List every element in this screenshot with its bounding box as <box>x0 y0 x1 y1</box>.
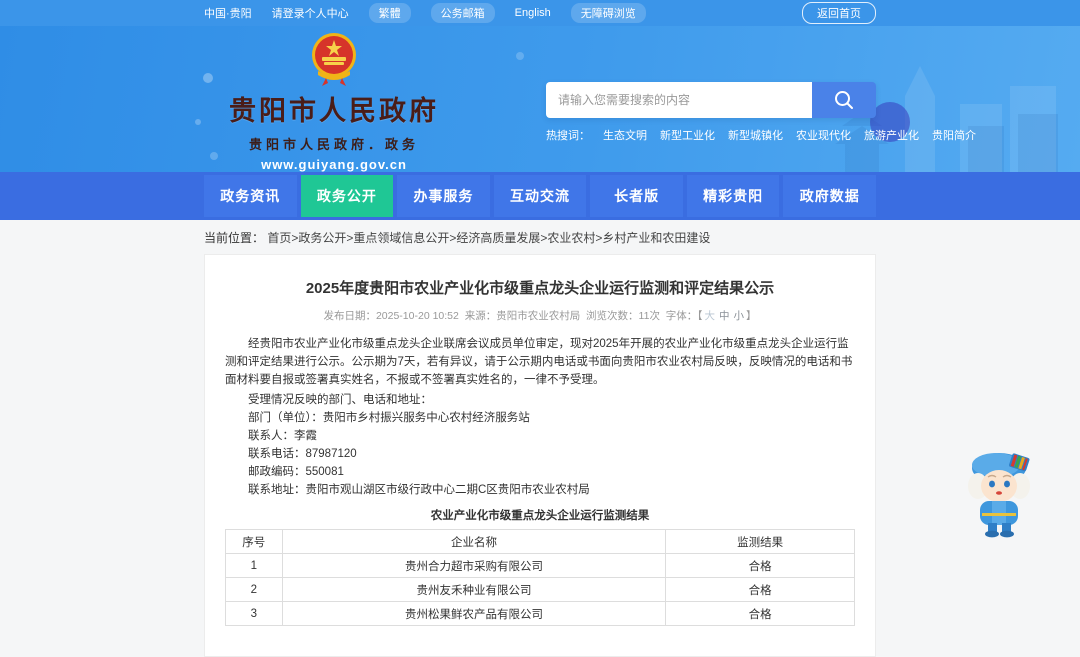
article-paragraph: 联系地址：贵阳市观山湖区市级行政中心二期C区贵阳市农业农村局 <box>248 484 590 496</box>
search-button[interactable] <box>812 82 876 118</box>
views-count: 11次 <box>638 310 660 322</box>
breadcrumb: 当前位置： 首页>政务公开>重点领域信息公开>经济高质量发展>农业农村>乡村产业… <box>204 220 876 254</box>
article-paragraph: 经贵阳市农业产业化市级重点龙头企业联席会议成员单位审定，现对2025年开展的农业… <box>225 338 853 386</box>
source: 贵阳市农业农村局 <box>496 310 581 322</box>
table-cell: 合格 <box>665 553 855 578</box>
table-cell: 贵州合力超市采购有限公司 <box>281 553 667 578</box>
hot-search-word[interactable]: 生态文明 <box>603 127 647 143</box>
hot-search-word[interactable]: 农业现代化 <box>796 127 851 143</box>
nav-tab[interactable]: 精彩贵阳 <box>686 175 780 217</box>
article-body: 经贵阳市农业产业化市级重点龙头企业联席会议成员单位审定，现对2025年开展的农业… <box>225 335 855 499</box>
publish-date: 2025-10-20 10:52 <box>375 310 459 322</box>
article-paragraph: 邮政编码：550081 <box>248 466 344 478</box>
publish-date-label: 发布日期： <box>323 310 376 322</box>
table-header-row: 序号 企业名称 监测结果 <box>225 529 855 554</box>
article-meta: 发布日期：2025-10-20 10:52 来源：贵阳市农业农村局 浏览次数：1… <box>225 308 855 323</box>
nav-tab[interactable]: 办事服务 <box>397 175 490 217</box>
monitoring-results-table: 序号 企业名称 监测结果 1 贵州合力超市采购有限公司 合格 2 贵州友禾种业有限公司 合格 3… <box>225 529 855 626</box>
article-paragraph: 受理情况反映的部门、电话和地址： <box>248 394 432 406</box>
search-icon <box>835 91 853 109</box>
breadcrumb-path[interactable]: 首页>政务公开>重点领域信息公开>经济高质量发展>农业农村>乡村产业和农田建设 <box>267 231 710 245</box>
hot-search-word[interactable]: 新型工业化 <box>660 127 715 143</box>
article-paragraph: 联系人：李霞 <box>248 430 317 442</box>
hot-search-word[interactable]: 旅游产业化 <box>864 127 919 143</box>
main-navigation: 政务资讯 政务公开 办事服务 互动交流 长者版 精彩贵阳 政府数据 <box>0 172 1080 220</box>
table-header-cell: 监测结果 <box>665 529 855 554</box>
search-block: 热搜词： 生态文明新型工业化新型城镇化农业现代化旅游产业化贵阳简介 <box>546 26 976 172</box>
table-caption: 农业产业化市级重点龙头企业运行监测结果 <box>430 510 650 522</box>
font-size-large-button[interactable]: 大 <box>705 310 716 322</box>
site-header: 贵阳市人民政府 贵阳市人民政府．政务 www.guiyang.gov.cn 热搜… <box>0 26 1080 172</box>
hot-words-label: 热搜词： <box>546 130 590 142</box>
table-cell: 1 <box>225 553 283 578</box>
nav-tab[interactable]: 政务公开 <box>300 175 394 217</box>
table-header-cell: 序号 <box>225 529 283 554</box>
topbar-item[interactable]: 请登录个人中心 <box>272 5 349 21</box>
site-name: 贵阳市人民政府 <box>229 96 439 126</box>
table-row: 3 贵州松果鲜农产品有限公司 合格 <box>225 601 855 626</box>
nav-tab[interactable]: 政务资讯 <box>204 175 297 217</box>
article-title: 2025年度贵阳市农业产业化市级重点龙头企业运行监测和评定结果公示 <box>305 280 775 297</box>
topbar-item[interactable]: English <box>515 7 551 19</box>
hot-search-words: 热搜词： 生态文明 新型工业化 新型城镇化 农业现代化 旅游产业化 贵阳简介 <box>546 127 976 143</box>
article-card: 2025年度贵阳市农业产业化市级重点龙头企业运行监测和评定结果公示 发布日期：2… <box>204 254 876 657</box>
breadcrumb-label: 当前位置： <box>204 231 265 245</box>
hot-search-word[interactable]: 新型城镇化 <box>728 127 783 143</box>
article-paragraph: 部门（单位）：贵阳市乡村振兴服务中心农村经济服务站 <box>248 412 530 424</box>
source-label: 来源： <box>464 310 497 322</box>
search-input[interactable] <box>546 82 812 118</box>
topbar-item[interactable]: 中国·贵阳 <box>204 5 252 21</box>
font-size-label: 字体：【 <box>665 310 703 322</box>
topbar-links: 中国·贵阳 请登录个人中心 繁體 公务邮箱 English 无障碍浏览 <box>204 3 802 23</box>
table-row: 1 贵州合力超市采购有限公司 合格 <box>225 553 855 578</box>
table-header-cell: 企业名称 <box>281 529 667 554</box>
nav-tab[interactable]: 互动交流 <box>493 175 587 217</box>
font-size-medium-button[interactable]: 中 <box>719 310 730 322</box>
font-size-small-button[interactable]: 小 <box>734 310 745 322</box>
table-cell: 贵州友禾种业有限公司 <box>281 577 667 602</box>
table-cell: 3 <box>225 601 283 626</box>
topbar-item[interactable]: 公务邮箱 <box>430 3 495 23</box>
hot-search-word[interactable]: 贵阳简介 <box>932 127 976 143</box>
article-paragraph: 联系电话：87987120 <box>248 448 357 460</box>
font-size-label-end: 】 <box>746 310 757 322</box>
table-cell: 2 <box>225 577 283 602</box>
site-logo-block[interactable]: 贵阳市人民政府 贵阳市人民政府．政务 www.guiyang.gov.cn <box>204 26 464 172</box>
table-row: 2 贵州友禾种业有限公司 合格 <box>225 577 855 602</box>
nav-tab[interactable]: 政府数据 <box>783 175 877 217</box>
table-cell: 合格 <box>665 577 855 602</box>
site-subtitle: 贵阳市人民政府．政务 <box>248 137 419 152</box>
top-utility-bar: 中国·贵阳 请登录个人中心 繁體 公务邮箱 English 无障碍浏览 返回首页 <box>0 0 1080 26</box>
views-label: 浏览次数： <box>586 310 639 322</box>
mascot-icon <box>968 453 1030 538</box>
nav-tab[interactable]: 长者版 <box>590 175 683 217</box>
table-cell: 贵州松果鲜农产品有限公司 <box>281 601 667 626</box>
return-home-button[interactable]: 返回首页 <box>802 2 876 24</box>
table-cell: 合格 <box>665 601 855 626</box>
mascot-assistant[interactable] <box>952 441 1048 539</box>
topbar-item[interactable]: 无障碍浏览 <box>570 3 646 23</box>
national-emblem-icon <box>312 33 356 86</box>
topbar-item[interactable]: 繁體 <box>368 3 411 23</box>
site-url: www.guiyang.gov.cn <box>261 157 407 172</box>
